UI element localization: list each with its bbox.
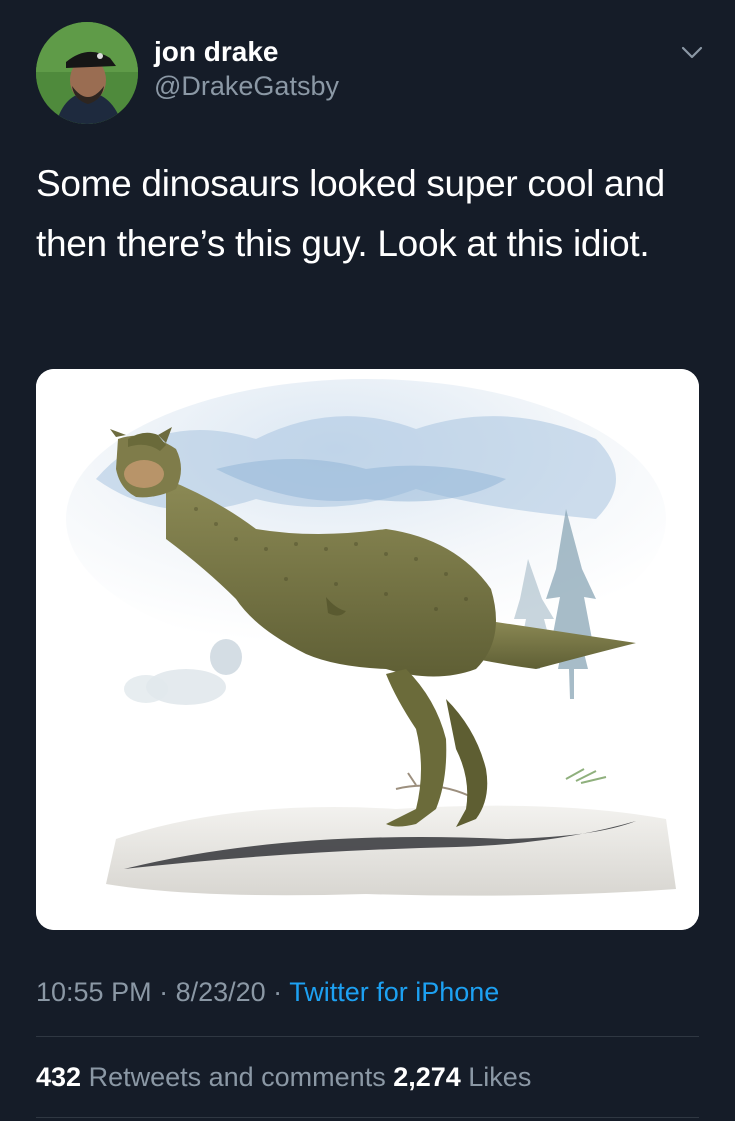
meta-separator: · [151, 977, 176, 1007]
author-info: jon drake @DrakeGatsby [154, 36, 339, 104]
meta-separator: · [265, 977, 290, 1007]
dinosaur-illustration-icon [36, 369, 699, 930]
retweets-count: 432 [36, 1062, 82, 1092]
tweet-stats: 432 Retweets and comments 2,274 Likes [36, 1057, 531, 1097]
tweet-card: jon drake @DrakeGatsby Some dinosaurs lo… [0, 0, 735, 1121]
chevron-down-icon[interactable] [678, 38, 706, 66]
divider [36, 1036, 699, 1037]
retweets-stat[interactable]: 432 Retweets and comments [36, 1062, 393, 1092]
tweet-time[interactable]: 10:55 PM [36, 977, 152, 1007]
author-handle[interactable]: @DrakeGatsby [154, 68, 339, 104]
tweet-media[interactable] [36, 369, 699, 930]
likes-label: Likes [460, 1062, 532, 1092]
tweet-date[interactable]: 8/23/20 [176, 977, 266, 1007]
tweet-meta: 10:55 PM · 8/23/20 · Twitter for iPhone [36, 972, 499, 1012]
author-display-name[interactable]: jon drake [154, 36, 339, 68]
user-avatar-icon [36, 22, 138, 124]
tweet-text: Some dinosaurs looked super cool and the… [36, 163, 665, 264]
avatar[interactable] [36, 22, 138, 124]
tweet-source-link[interactable]: Twitter for iPhone [289, 977, 499, 1007]
tweet-header: jon drake @DrakeGatsby [36, 22, 706, 124]
retweets-label: Retweets and comments [81, 1062, 394, 1092]
likes-stat[interactable]: 2,274 Likes [393, 1062, 531, 1092]
divider [36, 1117, 699, 1118]
likes-count: 2,274 [393, 1062, 461, 1092]
